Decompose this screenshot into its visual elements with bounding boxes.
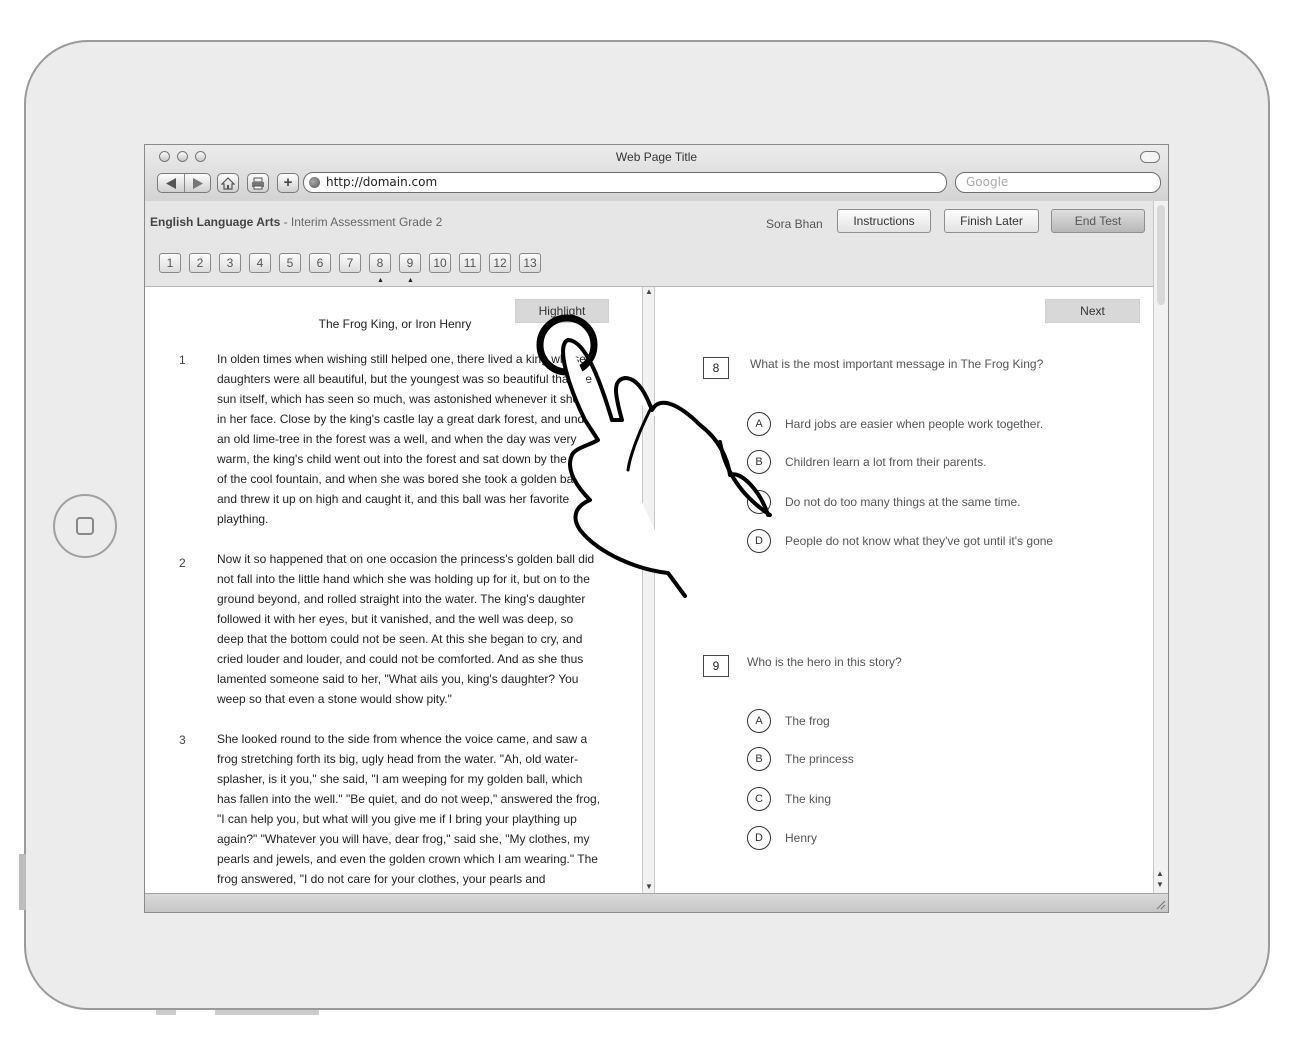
option-text[interactable]: The frog bbox=[785, 714, 830, 728]
question-nav-9[interactable]: 9 bbox=[399, 253, 421, 273]
option-text[interactable]: The princess bbox=[785, 752, 854, 766]
option-text[interactable]: Children learn a lot from their parents. bbox=[785, 455, 986, 469]
plus-icon: + bbox=[283, 174, 293, 191]
option-a-radio[interactable]: A bbox=[747, 709, 771, 733]
next-button[interactable]: Next bbox=[1045, 299, 1140, 323]
paragraph-number: 1 bbox=[179, 353, 186, 367]
current-marker-icon: ▲ bbox=[377, 277, 384, 284]
question-nav-7[interactable]: 7 bbox=[339, 253, 361, 273]
question-navigation: 1 2 3 4 5 6 7 8 9 10 11 12 13 ▲ ▲ bbox=[145, 243, 1153, 287]
subject-label: English Language Arts bbox=[150, 215, 281, 229]
tablet-side-button[interactable] bbox=[19, 854, 26, 910]
user-name: Sora Bhan bbox=[766, 217, 823, 231]
passage-scrollbar[interactable]: ▲ ▼ bbox=[642, 287, 655, 893]
url-bar[interactable]: http://domain.com bbox=[303, 172, 947, 193]
assessment-title: English Language Arts - Interim Assessme… bbox=[150, 215, 442, 229]
question-nav-4[interactable]: 4 bbox=[249, 253, 271, 273]
question-prompt: What is the most important message in Th… bbox=[750, 357, 1044, 371]
assessment-label: - Interim Assessment Grade 2 bbox=[280, 215, 443, 229]
option-text[interactable]: Hard jobs are easier when people work to… bbox=[785, 417, 1043, 431]
scroll-up-icon[interactable]: ▲ bbox=[645, 287, 653, 296]
option-c-radio[interactable]: C bbox=[747, 490, 771, 514]
page-scrollbar[interactable]: ▲ ▼ bbox=[1153, 201, 1168, 893]
question-nav-2[interactable]: 2 bbox=[189, 253, 211, 273]
question-number-box: 9 bbox=[703, 655, 729, 677]
passage-paragraph: In olden times when wishing still helped… bbox=[217, 352, 595, 526]
paragraph-number: 3 bbox=[179, 733, 186, 747]
scroll-down-icon[interactable]: ▼ bbox=[1156, 880, 1164, 889]
search-field[interactable]: Google bbox=[955, 172, 1161, 193]
home-icon bbox=[220, 177, 236, 190]
instructions-button[interactable]: Instructions bbox=[837, 209, 931, 233]
search-placeholder: Google bbox=[966, 175, 1009, 189]
question-prompt: Who is the hero in this story? bbox=[747, 655, 902, 669]
finish-later-button[interactable]: Finish Later bbox=[944, 209, 1039, 233]
paragraph-number: 2 bbox=[179, 556, 186, 570]
passage-title: The Frog King, or Iron Henry bbox=[318, 317, 472, 331]
question-nav-6[interactable]: 6 bbox=[309, 253, 331, 273]
option-b-radio[interactable]: B bbox=[747, 450, 771, 474]
option-c-radio[interactable]: C bbox=[747, 787, 771, 811]
tablet-port-wide bbox=[215, 1010, 319, 1015]
option-d-radio[interactable]: D bbox=[747, 826, 771, 850]
question-nav-11[interactable]: 11 bbox=[459, 253, 481, 273]
option-text[interactable]: People do not know what they've got unti… bbox=[785, 534, 1053, 548]
scroll-up-icon[interactable]: ▲ bbox=[1156, 869, 1164, 878]
passage-paragraph: Now it so happened that on one occasion … bbox=[217, 552, 595, 706]
print-button[interactable] bbox=[247, 173, 269, 193]
passage-panel: Highlight The Frog King, or Iron Henry 1… bbox=[145, 287, 642, 893]
resize-grip-icon[interactable] bbox=[1154, 898, 1166, 910]
browser-titlebar: Web Page Title + http://domain.com Googl… bbox=[145, 145, 1168, 202]
scroll-down-icon[interactable]: ▼ bbox=[645, 882, 653, 891]
option-d-radio[interactable]: D bbox=[747, 529, 771, 553]
end-test-button[interactable]: End Test bbox=[1051, 209, 1145, 233]
question-nav-13[interactable]: 13 bbox=[519, 253, 541, 273]
option-text[interactable]: Henry bbox=[785, 831, 817, 845]
forward-arrow-icon[interactable] bbox=[193, 178, 203, 189]
question-nav-8[interactable]: 8 bbox=[369, 253, 391, 273]
browser-window: Web Page Title + http://domain.com Googl… bbox=[144, 144, 1169, 913]
question-number-box: 8 bbox=[703, 357, 729, 379]
question-nav-1[interactable]: 1 bbox=[159, 253, 181, 273]
url-text: http://domain.com bbox=[326, 175, 438, 189]
questions-panel: Next 8 What is the most important messag… bbox=[655, 287, 1153, 893]
tablet-port bbox=[156, 1010, 176, 1015]
app-header: English Language Arts - Interim Assessme… bbox=[145, 201, 1153, 244]
print-icon bbox=[252, 177, 264, 190]
home-square-icon bbox=[76, 517, 94, 535]
option-text[interactable]: The king bbox=[785, 792, 831, 806]
question-nav-3[interactable]: 3 bbox=[219, 253, 241, 273]
tablet-home-button[interactable] bbox=[53, 494, 117, 558]
option-b-radio[interactable]: B bbox=[747, 747, 771, 771]
current-marker-icon: ▲ bbox=[407, 277, 414, 284]
window-title: Web Page Title bbox=[615, 150, 698, 164]
passage-paragraph: She looked round to the side from whence… bbox=[217, 732, 601, 886]
page-scroll-thumb[interactable] bbox=[1157, 205, 1165, 305]
home-button[interactable] bbox=[217, 173, 239, 193]
status-bar bbox=[145, 893, 1168, 912]
option-a-radio[interactable]: A bbox=[747, 412, 771, 436]
question-nav-12[interactable]: 12 bbox=[489, 253, 511, 273]
toolbar-toggle-icon[interactable] bbox=[1140, 151, 1160, 163]
option-text[interactable]: Do not do too many things at the same ti… bbox=[785, 495, 1020, 509]
globe-icon bbox=[309, 177, 320, 188]
back-arrow-icon[interactable] bbox=[166, 178, 176, 189]
question-nav-5[interactable]: 5 bbox=[279, 253, 301, 273]
add-bookmark-button[interactable]: + bbox=[277, 173, 299, 193]
back-forward-group bbox=[157, 173, 211, 193]
question-nav-10[interactable]: 10 bbox=[429, 253, 451, 273]
